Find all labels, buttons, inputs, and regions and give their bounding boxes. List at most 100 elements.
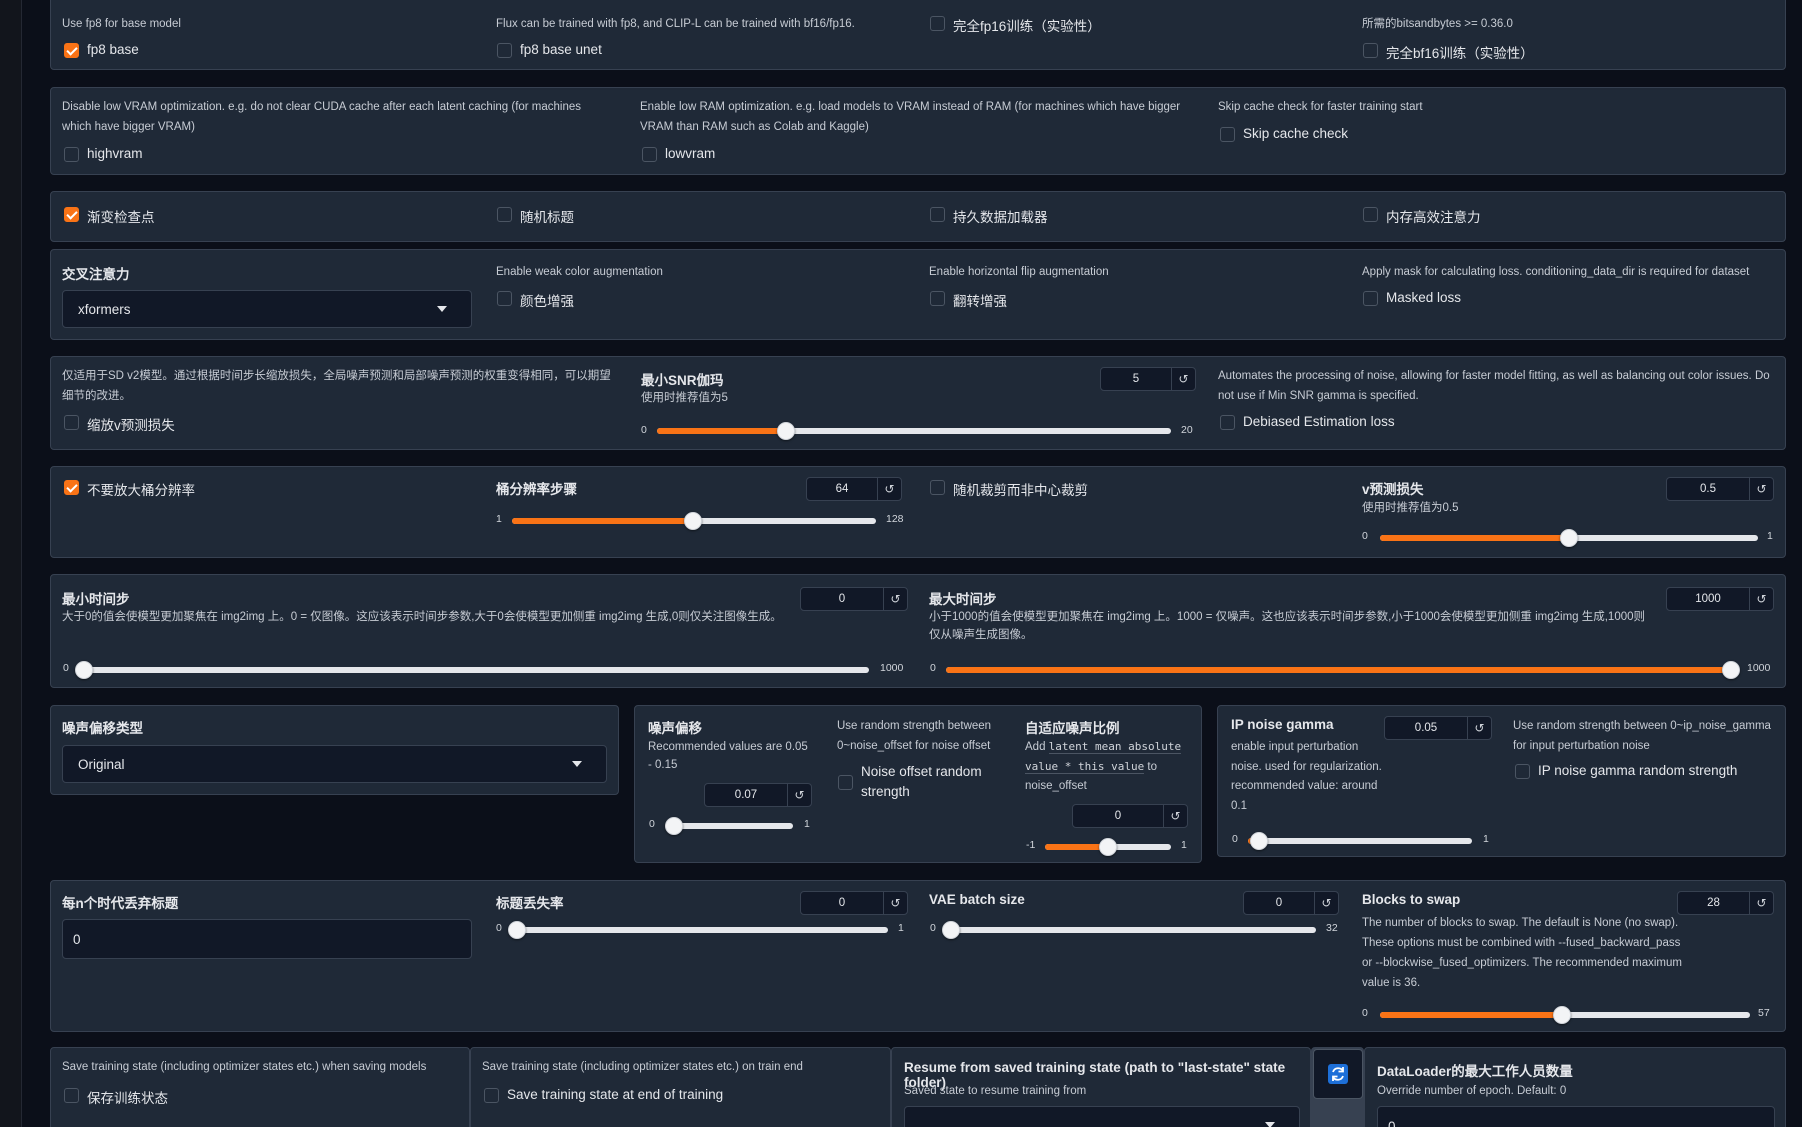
bucket-step-max: 128 xyxy=(886,513,904,525)
vae-batch-slider[interactable] xyxy=(942,921,1316,939)
fp8-base-label: fp8 base xyxy=(87,42,139,57)
refresh-button[interactable] xyxy=(1313,1049,1363,1099)
noise-random-label: Noise offset random strength xyxy=(861,764,982,800)
dataloader-sub: Override number of epoch. Default: 0 xyxy=(1377,1085,1567,1097)
caption-dropout-label: 标题丢失率 xyxy=(496,896,564,911)
min-timestep-slider[interactable] xyxy=(75,661,869,679)
dataloader-label: DataLoader的最大工作人员数量 xyxy=(1377,1064,1573,1079)
vae-batch-input[interactable]: 0 ↺ xyxy=(1243,891,1339,915)
vpred-loss-sub: 使用时推荐值为0.5 xyxy=(1362,502,1459,514)
scale-vpred-checkbox[interactable] xyxy=(64,415,79,430)
adaptive-noise-min: -1 xyxy=(1026,839,1036,851)
min-snr-input[interactable]: 5 ↺ xyxy=(1100,367,1196,391)
skip-cache-checkbox[interactable] xyxy=(1220,127,1235,142)
random-crop-checkbox[interactable] xyxy=(930,480,945,495)
noise-random-checkbox[interactable] xyxy=(838,775,853,790)
noise-offset-max: 1 xyxy=(804,818,810,830)
max-timestep-slider[interactable] xyxy=(946,661,1740,679)
ip-noise-max: 1 xyxy=(1483,833,1489,845)
dataloader-input[interactable]: 0 xyxy=(1377,1106,1775,1127)
timestep-panel: 最小时间步 0 ↺ 大于0的值会使模型更加聚焦在 img2img 上。0 = 仅… xyxy=(50,574,1786,688)
slider-thumb[interactable] xyxy=(1250,832,1268,850)
bucket-step-slider[interactable] xyxy=(512,512,876,530)
ip-random-info: Use random strength between 0~ip_noise_g… xyxy=(1513,720,1771,752)
cross-attn-dropdown[interactable]: xformers xyxy=(62,290,472,328)
max-timestep-input[interactable]: 1000 ↺ xyxy=(1666,587,1774,611)
blocks-swap-input[interactable]: 28 ↺ xyxy=(1677,891,1774,915)
min-snr-slider[interactable] xyxy=(657,422,1171,440)
full-bf16-checkbox[interactable] xyxy=(1363,43,1378,58)
noise-offset-slider[interactable] xyxy=(665,817,793,835)
fp8-unet-checkbox[interactable] xyxy=(497,43,512,58)
bucket-step-input[interactable]: 64 ↺ xyxy=(806,477,902,501)
max-timestep-desc: 小于1000的值会使模型更加聚焦在 img2img 上。1000 = 仅噪声。这… xyxy=(929,611,1646,642)
vpred-loss-slider[interactable] xyxy=(1380,529,1758,547)
no-upscale-checkbox[interactable] xyxy=(64,480,79,495)
chevron-down-icon xyxy=(572,761,582,767)
reset-icon[interactable]: ↺ xyxy=(1163,805,1187,827)
highvram-checkbox[interactable] xyxy=(64,147,79,162)
full-fp16-checkbox[interactable] xyxy=(930,16,945,31)
reset-icon[interactable]: ↺ xyxy=(1749,892,1773,914)
adaptive-code: latent mean absolute value * this value xyxy=(1025,740,1182,774)
gradient-checkpoint-checkbox[interactable] xyxy=(64,207,79,222)
min-timestep-input[interactable]: 0 ↺ xyxy=(800,587,908,611)
reset-icon[interactable]: ↺ xyxy=(787,784,811,806)
mem-eff-attn-checkbox[interactable] xyxy=(1363,207,1378,222)
reset-icon[interactable]: ↺ xyxy=(877,478,901,500)
slider-thumb[interactable] xyxy=(684,512,702,530)
slider-thumb[interactable] xyxy=(777,422,795,440)
adaptive-noise-value: 0 xyxy=(1114,810,1122,822)
reset-icon[interactable]: ↺ xyxy=(1171,368,1195,390)
min-timestep-desc: 大于0的值会使模型更加聚焦在 img2img 上。0 = 仅图像。这应该表示时间… xyxy=(62,611,782,623)
max-timestep-min: 0 xyxy=(930,662,936,674)
adaptive-noise-slider[interactable] xyxy=(1045,838,1171,856)
slider-thumb[interactable] xyxy=(1099,838,1117,856)
noise-type-dropdown[interactable]: Original xyxy=(62,745,607,783)
fp8-panel: Use fp8 for base model fp8 base Flux can… xyxy=(50,0,1786,70)
save-state-label: 保存训练状态 xyxy=(87,1091,168,1106)
persistent-loader-checkbox[interactable] xyxy=(930,207,945,222)
reset-icon[interactable]: ↺ xyxy=(1749,588,1773,610)
slider-thumb[interactable] xyxy=(1553,1006,1571,1024)
flip-aug-info: Enable horizontal flip augmentation xyxy=(929,266,1109,278)
debiased-checkbox[interactable] xyxy=(1220,415,1235,430)
resume-sub: Saved state to resume training from xyxy=(904,1085,1087,1097)
slider-thumb[interactable] xyxy=(508,921,526,939)
noise-offset-input[interactable]: 0.07 ↺ xyxy=(704,783,812,807)
save-state-panel: Save training state (including optimizer… xyxy=(50,1047,470,1127)
vpred-loss-input[interactable]: 0.5 ↺ xyxy=(1666,477,1774,501)
reset-icon[interactable]: ↺ xyxy=(1467,717,1491,739)
ip-noise-slider[interactable] xyxy=(1248,832,1472,850)
shuffle-caption-checkbox[interactable] xyxy=(497,207,512,222)
reset-icon[interactable]: ↺ xyxy=(883,892,907,914)
reset-icon[interactable]: ↺ xyxy=(883,588,907,610)
save-state-info: Save training state (including optimizer… xyxy=(62,1061,427,1073)
drop-every-input[interactable]: 0 xyxy=(62,919,472,959)
noise-random-info: Use random strength between 0~noise_offs… xyxy=(837,720,992,752)
slider-thumb[interactable] xyxy=(1722,661,1740,679)
caption-dropout-input[interactable]: 0 ↺ xyxy=(800,891,908,915)
save-end-checkbox[interactable] xyxy=(484,1088,499,1103)
lowvram-checkbox[interactable] xyxy=(642,147,657,162)
color-aug-checkbox[interactable] xyxy=(497,291,512,306)
slider-thumb[interactable] xyxy=(1560,529,1578,547)
adaptive-noise-input[interactable]: 0 ↺ xyxy=(1072,804,1188,828)
slider-thumb[interactable] xyxy=(942,921,960,939)
adaptive-noise-max: 1 xyxy=(1181,839,1187,851)
ip-noise-input[interactable]: 0.05 ↺ xyxy=(1384,716,1492,740)
save-state-checkbox[interactable] xyxy=(64,1088,79,1103)
flip-aug-checkbox[interactable] xyxy=(930,291,945,306)
ip-random-checkbox[interactable] xyxy=(1515,764,1530,779)
blocks-swap-slider[interactable] xyxy=(1380,1006,1750,1024)
resume-dropdown[interactable] xyxy=(904,1106,1300,1127)
masked-loss-checkbox[interactable] xyxy=(1363,291,1378,306)
dataloader-panel: DataLoader的最大工作人员数量 Override number of e… xyxy=(1364,1047,1786,1127)
slider-thumb[interactable] xyxy=(665,817,683,835)
reset-icon[interactable]: ↺ xyxy=(1314,892,1338,914)
fp8-base-checkbox[interactable] xyxy=(64,43,79,58)
min-timestep-min: 0 xyxy=(63,662,69,674)
reset-icon[interactable]: ↺ xyxy=(1749,478,1773,500)
slider-thumb[interactable] xyxy=(75,661,93,679)
caption-dropout-slider[interactable] xyxy=(508,921,888,939)
